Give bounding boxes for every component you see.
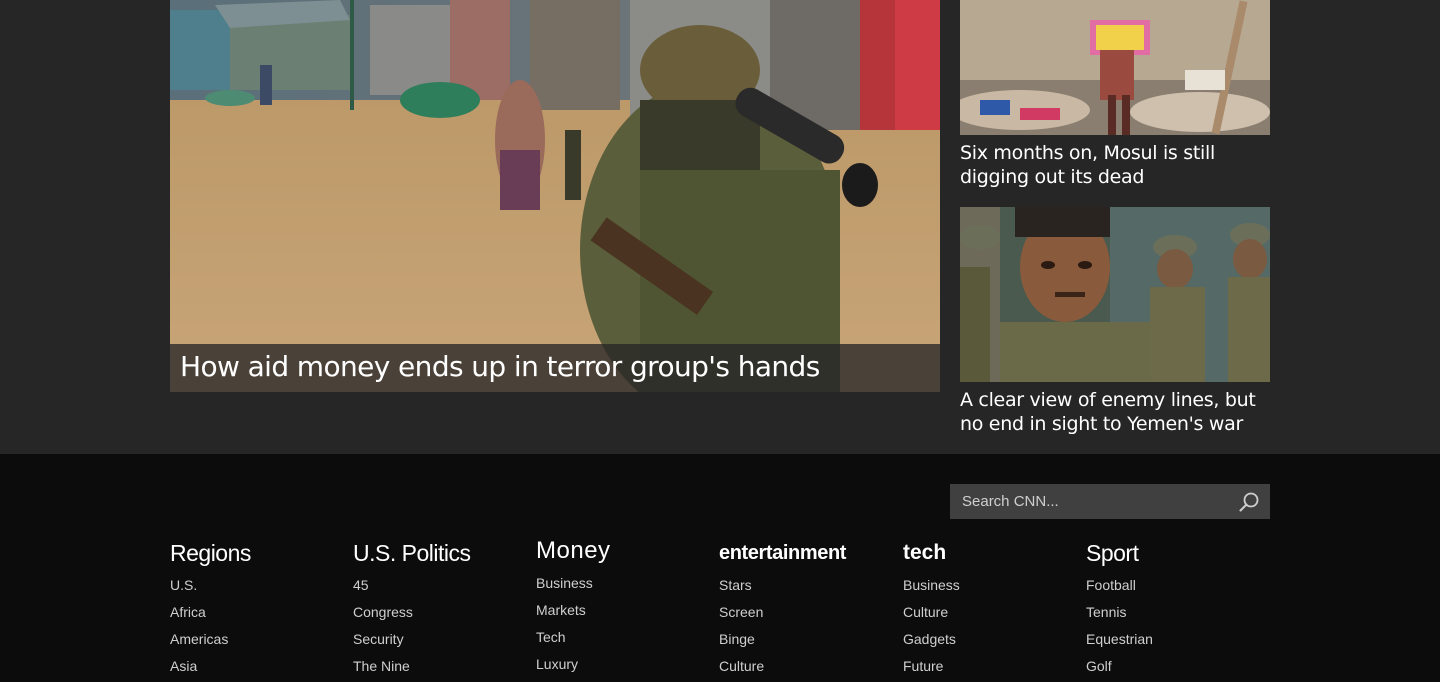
- search-icon[interactable]: [1238, 491, 1260, 513]
- footer-link[interactable]: The Nine: [353, 653, 523, 680]
- main-story-headline[interactable]: How aid money ends up in terror group's …: [180, 348, 820, 386]
- footer-links: Business Culture Gadgets Future: [903, 572, 1073, 680]
- site-footer: Regions U.S. Africa Americas Asia U.S. P…: [0, 454, 1440, 682]
- top-stories-section: How aid money ends up in terror group's …: [0, 0, 1440, 454]
- footer-link[interactable]: Future: [903, 653, 1073, 680]
- search-input[interactable]: [950, 484, 1232, 519]
- footer-link[interactable]: Security: [353, 626, 523, 653]
- footer-link[interactable]: Equestrian: [1086, 626, 1256, 653]
- main-story-caption[interactable]: How aid money ends up in terror group's …: [170, 344, 940, 392]
- side-story-headline[interactable]: A clear view of enemy lines, but no end …: [960, 388, 1270, 436]
- side-story-card[interactable]: A clear view of enemy lines, but no end …: [960, 207, 1270, 436]
- footer-link[interactable]: Business: [903, 572, 1073, 599]
- footer-column-money: Money Business Markets Tech Luxury: [536, 538, 706, 678]
- footer-column-sport: Sport Football Tennis Equestrian Golf: [1086, 540, 1256, 680]
- footer-links: Football Tennis Equestrian Golf: [1086, 572, 1256, 680]
- footer-links: 45 Congress Security The Nine: [353, 572, 523, 680]
- footer-column-title[interactable]: Money: [536, 538, 706, 564]
- footer-link[interactable]: Markets: [536, 597, 706, 624]
- footer-link[interactable]: Culture: [903, 599, 1073, 626]
- footer-link[interactable]: Screen: [719, 599, 889, 626]
- footer-link[interactable]: 45: [353, 572, 523, 599]
- footer-link[interactable]: Gadgets: [903, 626, 1073, 653]
- footer-link[interactable]: Golf: [1086, 653, 1256, 680]
- rubble-child-photo-icon[interactable]: [960, 0, 1270, 135]
- soldiers-photo-icon[interactable]: [960, 207, 1270, 382]
- footer-link[interactable]: Americas: [170, 626, 340, 653]
- footer-column-title[interactable]: entertainment: [719, 540, 889, 566]
- footer-column-title[interactable]: tech: [903, 540, 1073, 566]
- footer-link[interactable]: Asia: [170, 653, 340, 680]
- footer-link[interactable]: Africa: [170, 599, 340, 626]
- footer-column-title[interactable]: U.S. Politics: [353, 540, 523, 566]
- footer-column-entertainment: entertainment Stars Screen Binge Culture: [719, 540, 889, 680]
- footer-column-regions: Regions U.S. Africa Americas Asia: [170, 540, 340, 680]
- footer-link[interactable]: Tech: [536, 624, 706, 651]
- side-story-card[interactable]: Six months on, Mosul is still digging ou…: [960, 0, 1270, 189]
- footer-link[interactable]: U.S.: [170, 572, 340, 599]
- footer-column-title[interactable]: Regions: [170, 540, 340, 566]
- search-box: [950, 484, 1270, 519]
- footer-column-us-politics: U.S. Politics 45 Congress Security The N…: [353, 540, 523, 680]
- footer-link[interactable]: Culture: [719, 653, 889, 680]
- footer-link[interactable]: Business: [536, 570, 706, 597]
- footer-link[interactable]: Binge: [719, 626, 889, 653]
- footer-link[interactable]: Congress: [353, 599, 523, 626]
- footer-column-tech: tech Business Culture Gadgets Future: [903, 540, 1073, 680]
- footer-link[interactable]: Stars: [719, 572, 889, 599]
- footer-column-title[interactable]: Sport: [1086, 540, 1256, 566]
- footer-link[interactable]: Football: [1086, 572, 1256, 599]
- footer-links: U.S. Africa Americas Asia: [170, 572, 340, 680]
- main-story-image[interactable]: [170, 0, 940, 392]
- footer-link[interactable]: Tennis: [1086, 599, 1256, 626]
- footer-links: Stars Screen Binge Culture: [719, 572, 889, 680]
- main-story-card[interactable]: How aid money ends up in terror group's …: [170, 0, 940, 392]
- side-story-headline[interactable]: Six months on, Mosul is still digging ou…: [960, 141, 1270, 189]
- footer-link[interactable]: Luxury: [536, 651, 706, 678]
- footer-links: Business Markets Tech Luxury: [536, 570, 706, 678]
